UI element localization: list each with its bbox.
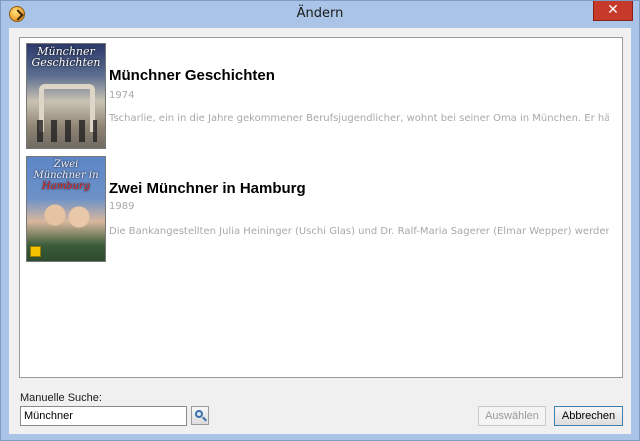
dialog-body: Münchner Geschichten Münchner Geschichte… [9, 28, 631, 434]
title-bar[interactable]: Ändern ✕ [1, 1, 639, 27]
result-year: 1989 [109, 201, 135, 212]
cancel-button[interactable]: Abbrechen [554, 406, 623, 426]
search-label: Manuelle Suche: [20, 392, 102, 404]
list-item[interactable]: Zwei Münchner in Hamburg Zwei Münchner i… [26, 156, 616, 262]
rating-badge-icon [30, 246, 41, 257]
result-title: Münchner Geschichten [109, 67, 275, 84]
movie-poster-icon: Münchner Geschichten [26, 43, 106, 149]
window-title: Ändern [296, 6, 344, 21]
list-item[interactable]: Münchner Geschichten Münchner Geschichte… [26, 43, 616, 149]
search-button[interactable] [191, 406, 209, 425]
dialog-window: Ändern ✕ Münchner Geschichten Münchner G… [0, 0, 640, 441]
poster-text: Hamburg [41, 181, 91, 192]
close-button[interactable]: ✕ [593, 1, 633, 21]
result-title: Zwei Münchner in Hamburg [109, 180, 306, 197]
results-list[interactable]: Münchner Geschichten Münchner Geschichte… [19, 37, 623, 378]
poster-text: Münchner in [33, 170, 99, 181]
result-year: 1974 [109, 90, 135, 101]
search-input[interactable] [20, 406, 187, 426]
poster-text: Zwei [53, 159, 79, 170]
select-button[interactable]: Auswählen [478, 406, 546, 426]
movie-poster-icon: Zwei Münchner in Hamburg [26, 156, 106, 262]
poster-text: Geschichten [31, 56, 101, 69]
result-description: Die Bankangestellten Julia Heininger (Us… [109, 226, 609, 237]
result-description: Tscharlie, ein in die Jahre gekommener B… [109, 113, 609, 124]
